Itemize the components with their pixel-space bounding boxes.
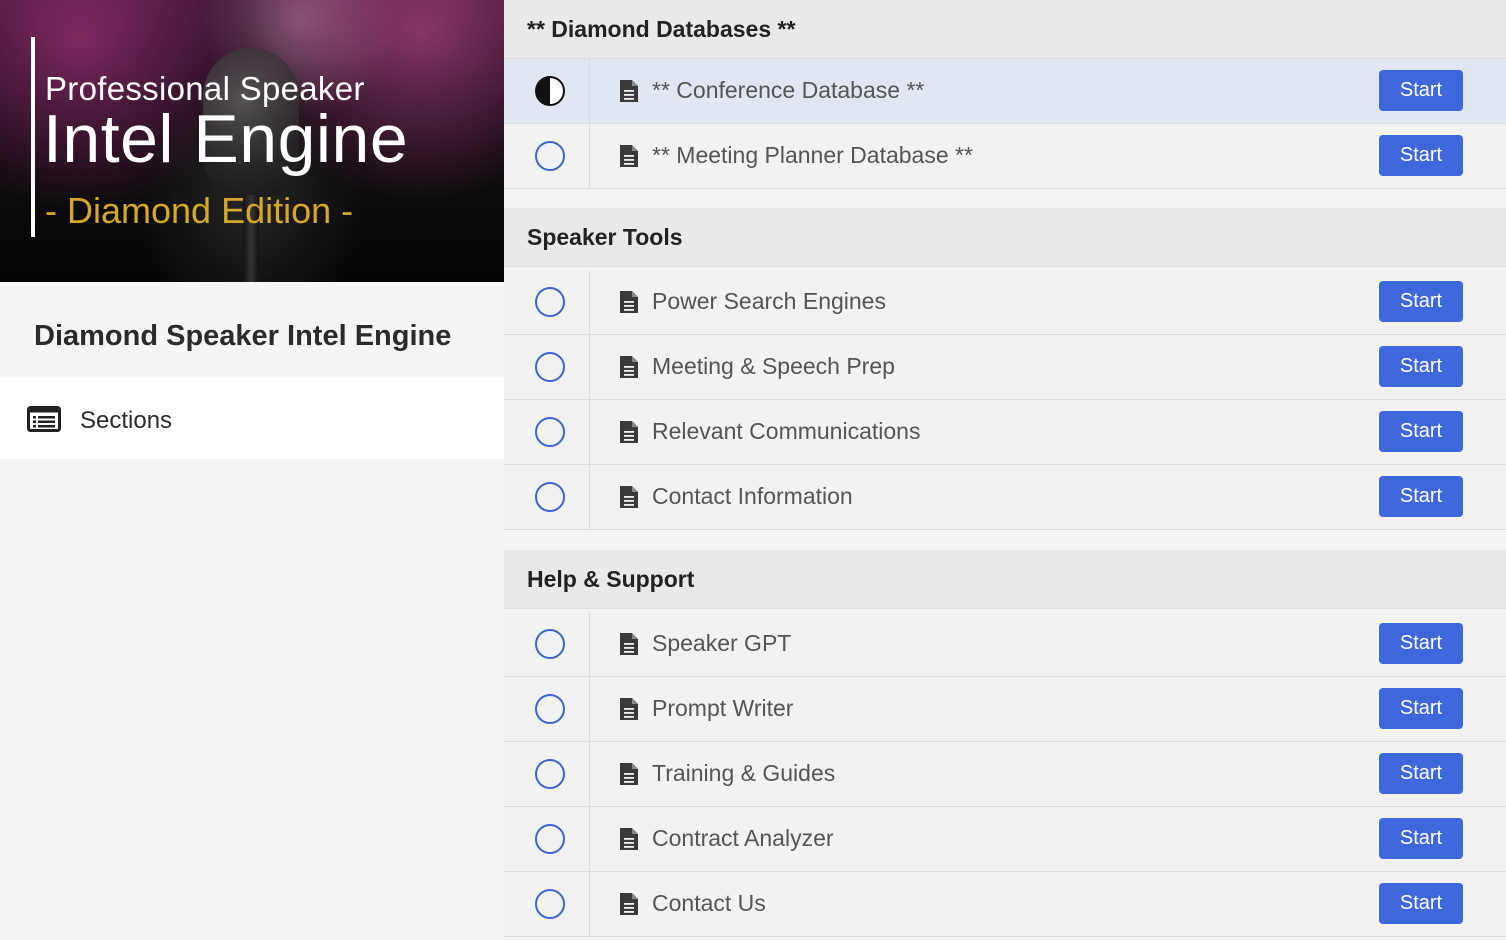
lesson-title[interactable]: Contact Us — [652, 890, 766, 917]
document-icon — [619, 632, 639, 661]
lesson-status — [504, 872, 590, 936]
banner-divider — [31, 37, 35, 237]
lesson-row[interactable]: Training & Guides Start — [504, 742, 1506, 807]
lesson-row[interactable]: Relevant Communications Start — [504, 400, 1506, 465]
start-button[interactable]: Start — [1379, 883, 1463, 924]
empty-circle-icon — [535, 352, 565, 382]
list-icon — [27, 406, 61, 437]
lesson-status — [504, 59, 590, 123]
document-icon — [619, 892, 639, 921]
curriculum: ** Diamond Databases ** ** Conference Dat… — [504, 0, 1506, 940]
section-title: ** Diamond Databases ** — [527, 16, 796, 42]
start-button[interactable]: Start — [1379, 753, 1463, 794]
document-icon — [619, 420, 639, 449]
sidebar: Professional Speaker Intel Engine - Diam… — [0, 0, 504, 940]
sidebar-item-label: Sections — [80, 407, 173, 434]
start-button[interactable]: Start — [1379, 818, 1463, 859]
sidebar-item-sections[interactable]: Sections — [0, 378, 504, 459]
section-header: ** Diamond Databases ** — [504, 0, 1506, 59]
start-button[interactable]: Start — [1379, 135, 1463, 176]
lesson-row[interactable]: ** Conference Database ** Start — [504, 59, 1506, 124]
lesson-row[interactable]: Prompt Writer Start — [504, 677, 1506, 742]
lesson-title[interactable]: Training & Guides — [652, 760, 835, 787]
lesson-row[interactable]: Contact Us Start — [504, 872, 1506, 937]
document-icon — [619, 697, 639, 726]
lesson-title[interactable]: Prompt Writer — [652, 695, 793, 722]
lesson-status — [504, 335, 590, 399]
start-button[interactable]: Start — [1379, 70, 1463, 111]
lesson-title[interactable]: Power Search Engines — [652, 288, 886, 315]
lesson-row[interactable]: Meeting & Speech Prep Start — [504, 335, 1506, 400]
empty-circle-icon — [535, 141, 565, 171]
empty-circle-icon — [535, 287, 565, 317]
lesson-title[interactable]: Contract Analyzer — [652, 825, 834, 852]
document-icon — [619, 485, 639, 514]
empty-circle-icon — [535, 482, 565, 512]
section-header: Speaker Tools — [504, 208, 1506, 267]
lesson-status — [504, 612, 590, 676]
lesson-status — [504, 742, 590, 806]
document-icon — [619, 144, 639, 173]
start-button[interactable]: Start — [1379, 411, 1463, 452]
empty-circle-icon — [535, 889, 565, 919]
section-header: Help & Support — [504, 550, 1506, 609]
document-icon — [619, 79, 639, 108]
document-icon — [619, 762, 639, 791]
section-title: Help & Support — [527, 566, 695, 592]
banner-edition: - Diamond Edition - — [45, 190, 354, 231]
lesson-row[interactable]: ** Meeting Planner Database ** Start — [504, 124, 1506, 189]
lesson-row[interactable]: Contract Analyzer Start — [504, 807, 1506, 872]
lesson-status — [504, 807, 590, 871]
lesson-title[interactable]: ** Conference Database ** — [652, 77, 924, 104]
empty-circle-icon — [535, 417, 565, 447]
lesson-row[interactable]: Speaker GPT Start — [504, 612, 1506, 677]
lesson-row[interactable]: Contact Information Start — [504, 465, 1506, 530]
course-title: Diamond Speaker Intel Engine — [34, 320, 452, 352]
start-button[interactable]: Start — [1379, 623, 1463, 664]
lesson-title[interactable]: Meeting & Speech Prep — [652, 353, 895, 380]
lesson-status — [504, 124, 590, 188]
course-banner-image: Professional Speaker Intel Engine - Diam… — [0, 0, 504, 282]
lesson-title[interactable]: Contact Information — [652, 483, 853, 510]
document-icon — [619, 827, 639, 856]
section-title: Speaker Tools — [527, 224, 683, 250]
lesson-title[interactable]: Relevant Communications — [652, 418, 920, 445]
lesson-title[interactable]: Speaker GPT — [652, 630, 791, 657]
empty-circle-icon — [535, 629, 565, 659]
lesson-status — [504, 400, 590, 464]
start-button[interactable]: Start — [1379, 476, 1463, 517]
start-button[interactable]: Start — [1379, 688, 1463, 729]
lesson-status — [504, 677, 590, 741]
lesson-title[interactable]: ** Meeting Planner Database ** — [652, 142, 973, 169]
document-icon — [619, 355, 639, 384]
empty-circle-icon — [535, 694, 565, 724]
banner-line-2: Intel Engine — [43, 101, 409, 177]
start-button[interactable]: Start — [1379, 281, 1463, 322]
half-circle-progress-icon — [535, 76, 565, 106]
empty-circle-icon — [535, 824, 565, 854]
lesson-status — [504, 270, 590, 334]
lesson-row[interactable]: Power Search Engines Start — [504, 270, 1506, 335]
lesson-status — [504, 465, 590, 529]
document-icon — [619, 290, 639, 319]
empty-circle-icon — [535, 759, 565, 789]
start-button[interactable]: Start — [1379, 346, 1463, 387]
